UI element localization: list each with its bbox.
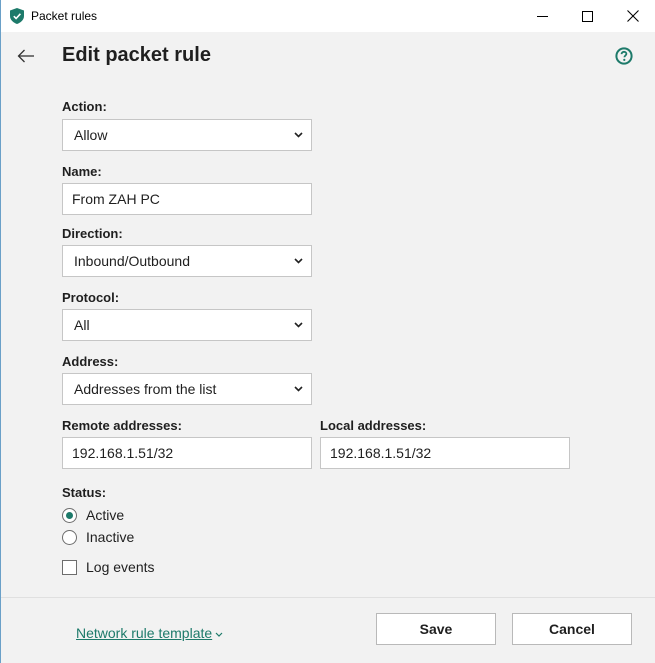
radio-checked-icon [62, 507, 77, 523]
status-inactive-label: Inactive [86, 529, 135, 545]
local-addresses-value: 192.168.1.51/32 [330, 445, 432, 461]
chevron-down-icon [294, 258, 303, 264]
chevron-down-icon [215, 632, 223, 637]
local-addresses-label: Local addresses: [320, 418, 427, 433]
direction-select[interactable]: Inbound/Outbound [62, 245, 312, 277]
radio-unchecked-icon [62, 529, 77, 545]
chevron-down-icon [294, 322, 303, 328]
direction-label: Direction: [62, 226, 123, 241]
log-events-label: Log events [86, 559, 155, 575]
window-title: Packet rules [31, 9, 98, 23]
status-active-radio[interactable]: Active [62, 507, 124, 523]
chevron-down-icon [294, 386, 303, 392]
status-inactive-radio[interactable]: Inactive [62, 529, 134, 545]
status-label: Status: [62, 485, 107, 500]
save-button[interactable]: Save [376, 613, 496, 645]
address-select[interactable]: Addresses from the list [62, 373, 312, 405]
network-rule-template-link[interactable]: Network rule template [76, 625, 223, 641]
address-value: Addresses from the list [74, 381, 217, 397]
close-icon [627, 10, 639, 22]
remote-addresses-input[interactable]: 192.168.1.51/32 [62, 437, 312, 469]
title-bar: Packet rules [1, 0, 655, 32]
protocol-label: Protocol: [62, 290, 120, 305]
page-title: Edit packet rule [62, 44, 211, 66]
chevron-down-icon [294, 132, 303, 138]
action-value: Allow [74, 127, 108, 143]
log-events-checkbox[interactable]: Log events [62, 559, 155, 575]
protocol-select[interactable]: All [62, 309, 312, 341]
name-label: Name: [62, 164, 102, 179]
kaspersky-shield-icon [10, 8, 24, 24]
action-label: Action: [62, 99, 107, 114]
minimize-button[interactable] [519, 0, 565, 32]
direction-value: Inbound/Outbound [74, 253, 190, 269]
action-select[interactable]: Allow [62, 119, 312, 151]
packet-rules-window: Packet rules Edit packet rule Action: Al… [0, 0, 655, 663]
maximize-icon [581, 10, 593, 22]
cancel-button[interactable]: Cancel [512, 613, 632, 645]
name-input[interactable]: From ZAH PC [62, 183, 312, 215]
checkbox-unchecked-icon [62, 559, 77, 575]
maximize-button[interactable] [564, 0, 610, 32]
name-value: From ZAH PC [72, 191, 160, 207]
remote-addresses-label: Remote addresses: [62, 418, 182, 433]
close-button[interactable] [610, 0, 655, 32]
arrow-left-icon[interactable] [17, 48, 35, 64]
protocol-value: All [74, 317, 90, 333]
local-addresses-input[interactable]: 192.168.1.51/32 [320, 437, 570, 469]
remote-addresses-value: 192.168.1.51/32 [72, 445, 174, 461]
minimize-icon [536, 15, 548, 17]
status-active-label: Active [86, 507, 125, 523]
question-circle-icon[interactable] [615, 47, 633, 65]
address-label: Address: [62, 354, 119, 369]
network-rule-template-label: Network rule template [76, 625, 213, 641]
